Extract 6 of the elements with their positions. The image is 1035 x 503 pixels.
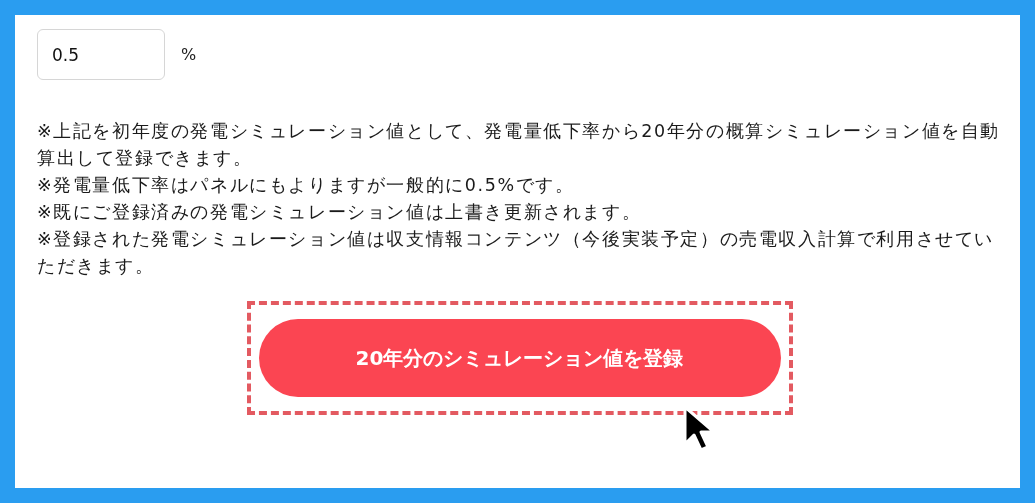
note-text: ※既にご登録済みの発電シミュレーション値は上書き更新されます。 [37, 201, 643, 224]
unit-label: % [181, 45, 197, 64]
note-text: ※上記を初年度の発電シミュレーション値として、発電量低下率から20年分の概算シミュレーション値を自動算出して登録できます。 [37, 120, 1001, 170]
note-text: ※登録された発電シミュレーション値は収支情報コンテンツ（今後実装予定）の売電収入計算で利用させていただきます。 [37, 228, 996, 278]
note-text: ※発電量低下率はパネルにもよりますが一般的に0.5%です。 [37, 174, 576, 197]
rate-input[interactable]: 0.5 [37, 29, 165, 80]
